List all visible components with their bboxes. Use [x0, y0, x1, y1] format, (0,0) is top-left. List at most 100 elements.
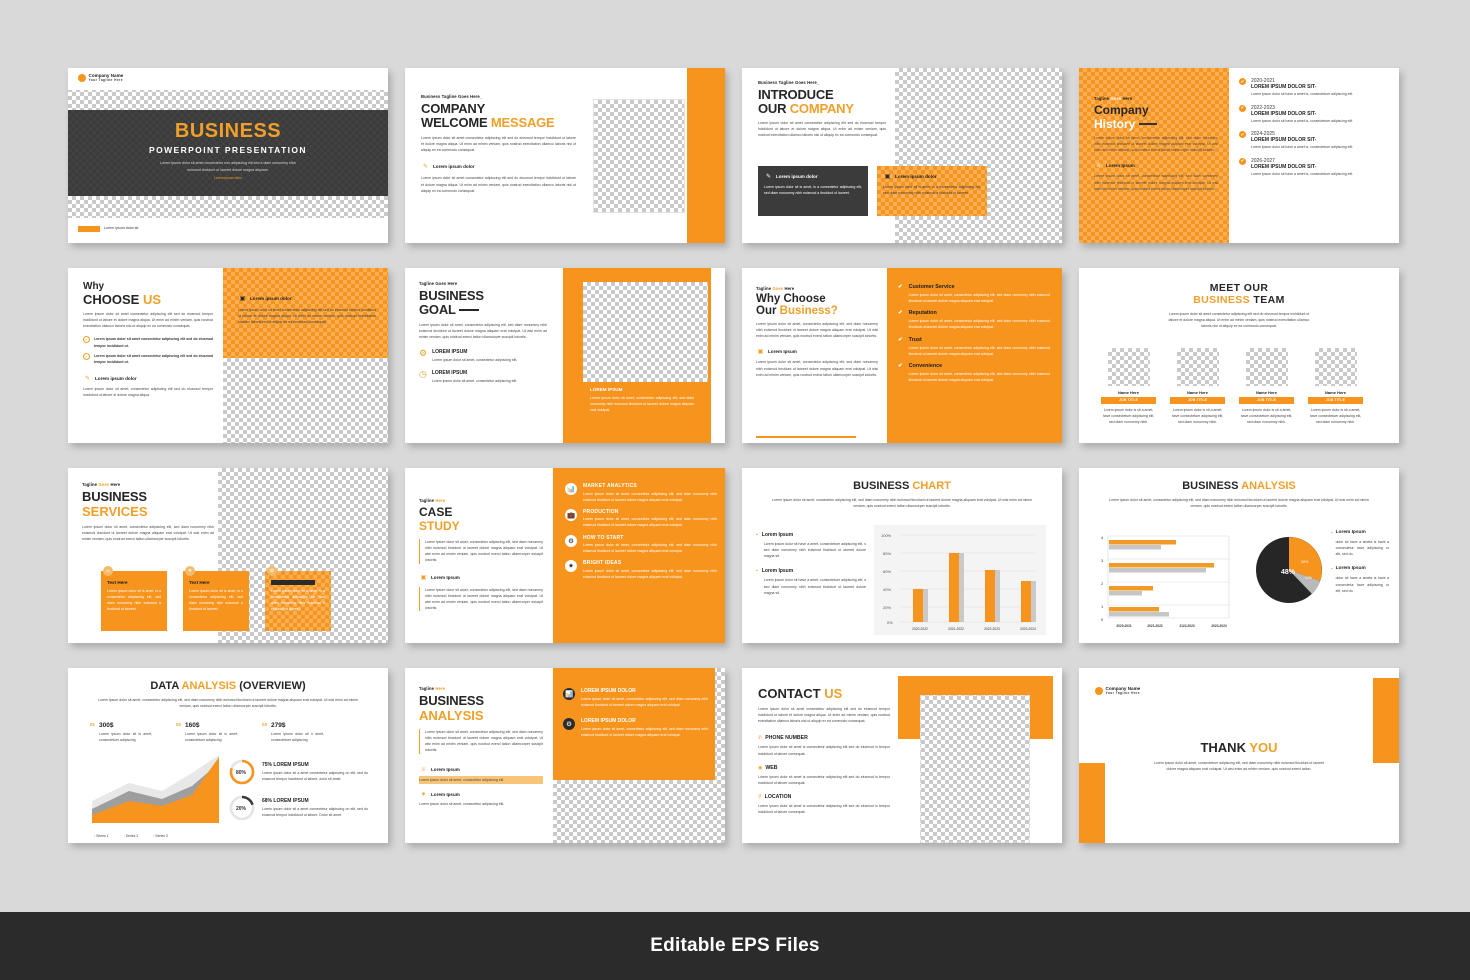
panel-item[interactable]: 📊 LOREM IPSUM DOLOR Lorem ipsum dolor si…: [563, 688, 708, 708]
timeline-item[interactable]: ✔ 2026-2027 LOREM IPSUM DOLOR SIT- Lorem…: [1239, 157, 1389, 177]
team-member[interactable]: Name Here JOB TITLE Lorem ipsum dolor is…: [1170, 348, 1225, 425]
bulb-icon: ✷: [565, 560, 577, 573]
slide-company-history[interactable]: Tagline Goes Here Company History Lorem …: [1079, 68, 1399, 243]
presentation-icon: ▣: [420, 574, 427, 581]
slide-business-analysis-2[interactable]: Tagline Here BUSINESS ANALYSIS Lorem ips…: [405, 668, 725, 843]
slide-title-main: BUSINESS: [174, 120, 282, 142]
slide-data-analysis-overview[interactable]: DATA ANALYSIS (OVERVIEW) Lorem ipsum dol…: [68, 668, 388, 843]
slide-introduce-company[interactable]: Business Tagline Goes Here_ INTRODUCE OU…: [742, 68, 1062, 243]
service-card[interactable]: ☺ Text Here Lorem ipsum dolor sit is ame…: [101, 566, 167, 631]
case-item[interactable]: ✷ BRIGHT IDEAS Lorem ipsum dolor sit ame…: [565, 560, 717, 580]
avatar: [1245, 348, 1288, 386]
chart-bullets: ▪ Lorem Ipsum Lorem ipsum dolor sit have…: [756, 532, 866, 596]
case-item[interactable]: 📊 MARKET ANALYTICS Lorem ipsum dolor sit…: [565, 483, 717, 503]
team-member[interactable]: Name Here JOB TITLE Lorem ipsum dolor is…: [1308, 348, 1363, 425]
service-card[interactable]: ✷ Text Here Lorem ipsum dolor sit is ame…: [183, 566, 249, 631]
bullet-text: Lorem ipsum dolor sit amet consectetur a…: [94, 337, 213, 348]
timeline-title: LOREM IPSUM DOLOR SIT-: [1251, 137, 1317, 144]
title-line1: Company: [1094, 103, 1149, 117]
stat-item[interactable]: 02 160$ Lorem ipsum dolor sit is amet, c…: [176, 722, 238, 743]
service-cards: ☺ Text Here Lorem ipsum dolor sit is ame…: [101, 566, 331, 631]
stat-item[interactable]: 01 300$ Lorem ipsum dolor sit is amet, c…: [90, 722, 152, 743]
left-item-title: Lorem Ipsum: [431, 791, 460, 797]
image-placeholder: [593, 99, 685, 213]
bulb-icon: ✷: [185, 566, 195, 576]
team-member[interactable]: Name Here JOB TITLE Lorem ipsum dolor is…: [1101, 348, 1156, 425]
timeline-item[interactable]: ✔ 2020-2021 LOREM IPSUM DOLOR SIT- Lorem…: [1239, 78, 1389, 97]
body-text: Lorem ipsum dolor sit amet, consectetur …: [419, 323, 547, 340]
hbar-svg: 43 210 2020-2021 2021-2022 2122-2023 202…: [1101, 535, 1230, 628]
checklist-item[interactable]: ✔ Trust Lorem ipsum dolor sit amet, cons…: [898, 337, 1050, 357]
check-icon: ✔: [898, 284, 903, 290]
case-item[interactable]: 💼 PRODUCTION Lorem ipsum dolor sit amet,…: [565, 508, 717, 529]
bullet-item[interactable]: ▪ Lorem Ipsum Lorem ipsum dolor sit have…: [756, 532, 866, 559]
feature-item[interactable]: ⚙ LOREM IPSUM Lorem ipsum dolor sit amet…: [419, 349, 547, 363]
donut-row[interactable]: 80% 75% LOREM IPSUM Lorem ipsum dolor si…: [228, 758, 368, 786]
card-dark[interactable]: ✎ Lorem ipsum dolor Lorem ipsum dolor si…: [758, 166, 868, 216]
timeline-item[interactable]: ✔ 2024-2025 LOREM IPSUM DOLOR SIT- Lorem…: [1239, 131, 1389, 150]
checklist-item[interactable]: ✔ Customer Service Lorem ipsum dolor sit…: [898, 284, 1050, 304]
slide-case-study[interactable]: Tagline Here CASE STUDY Lorem ipsum dolo…: [405, 468, 725, 643]
card-body: Lorem ipsum dolor sit is amet, is a cons…: [107, 589, 161, 612]
slide-contact-us[interactable]: CONTACT US Lorem ipsum dolor sit amet co…: [742, 668, 1062, 843]
case-item[interactable]: ⚙ HOW TO START Lorem ipsum dolor sit ame…: [565, 534, 717, 555]
slide-business-analysis-charts[interactable]: BUSINESS ANALYSIS Lorem ipsum dolor sit …: [1079, 468, 1399, 643]
checklist-item[interactable]: ✔ Reputation Lorem ipsum dolor sit amet,…: [898, 310, 1050, 330]
slide-why-choose-us[interactable]: Why CHOOSE US Lorem ipsum dolor sit amet…: [68, 268, 388, 443]
card-body: Lorem ipsum dolor sit is amet, is a cons…: [883, 185, 981, 196]
pin-icon: ⚲: [758, 793, 762, 800]
logo-dot-icon: [1095, 686, 1103, 695]
area-chart[interactable]: ▪ Series 1 ▪ Series 2 ▪ Series 3: [84, 751, 224, 838]
contact-title: PHONE NUMBER: [765, 735, 808, 742]
svg-text:4: 4: [1101, 535, 1104, 540]
slide-business-chart[interactable]: BUSINESS CHART Lorem ipsum dolor sit ame…: [742, 468, 1062, 643]
bullet-item[interactable]: ▪ Lorem Ipsum Lorem ipsum dolor sit have…: [756, 568, 866, 595]
check-circle-icon: ✓: [83, 336, 90, 344]
body-text: Lorem ipsum dolor sit amet, consectetur …: [425, 540, 543, 563]
slide-company-welcome[interactable]: Business Tagline Goes Here_ COMPANY WELC…: [405, 68, 725, 243]
timeline-desc: Lorem ipsum dolor sit have a amet is, co…: [1251, 145, 1354, 150]
bar-chart-svg: 100%80% 60%40% 20%0% 2020-2022 2021-2022…: [881, 533, 1036, 631]
title-line1: COMPANY: [421, 101, 486, 116]
feature-desc: Lorem ipsum dolor sit amet, consectetur …: [431, 378, 518, 383]
title: CONTACT US: [758, 686, 843, 701]
contact-item[interactable]: ◉ WEB: [758, 765, 890, 771]
timeline-item[interactable]: ✔ 2022-2023 LOREM IPSUM DOLOR SIT- Lorem…: [1239, 104, 1389, 124]
stat-item[interactable]: 03 279$ Lorem ipsum dolor sit ir amet, c…: [262, 722, 324, 743]
chart-icon: 📊: [563, 688, 575, 700]
team-member[interactable]: Name Here JOB TITLE Lorem ipsum dolor is…: [1239, 348, 1294, 425]
horizontal-bar-chart[interactable]: 43 210 2020-2021 2021-2022 2122-2023 202…: [1097, 528, 1242, 638]
tagline: Tagline Goes Here: [1094, 96, 1133, 101]
check-icon: ✔: [898, 310, 903, 317]
slide-meet-team[interactable]: MEET OUR BUSINESS TEAM Lorem ipsum dolor…: [1079, 268, 1399, 443]
timeline-desc: Lorem ipsum dolor sit have a amet is, co…: [1251, 92, 1354, 96]
legend-item[interactable]: ▪ Lorem Ipsum dolor sit have a ameta is …: [1331, 566, 1389, 593]
bar-chart[interactable]: 100% 80% 60% 40% 20% 0% 2020-2022 2021-2…: [874, 525, 1046, 635]
slide-business-services[interactable]: Tagline Goes Here BUSINESS SERVICES Lore…: [68, 468, 388, 643]
pie-chart[interactable]: 48% 30% 12%: [1249, 530, 1329, 615]
slide-thank-you[interactable]: Company Name Your Tagline Here THANK YOU…: [1079, 668, 1399, 843]
bullet-item[interactable]: ✓ Lorem ipsum dolor sit amet consectetur…: [83, 336, 213, 348]
slide-business-goal[interactable]: LOREM IPSUM Lorem ipsum dolor sit amet, …: [405, 268, 725, 443]
svg-text:12%: 12%: [1305, 576, 1312, 580]
legend-item[interactable]: ▪ Lorem Ipsum dolor sit have a ameta is …: [1331, 530, 1389, 557]
overlay-card[interactable]: LOREM IPSUM Lorem ipsum dolor sit amet, …: [583, 382, 701, 427]
contact-item[interactable]: ✆ PHONE NUMBER: [758, 735, 890, 741]
service-card[interactable]: ⚙ Lorem ipsum dolor sit is amet, is a co…: [265, 566, 331, 631]
panel-item[interactable]: ⚙ LOREM IPSUM DOLOR Lorem ipsum dolor si…: [563, 718, 708, 738]
svg-text:30%: 30%: [1301, 560, 1309, 564]
bullet-item[interactable]: ✓ Lorem ipsum dolor sit amet consectetur…: [83, 352, 213, 365]
footer-accent-bar: [78, 226, 100, 232]
contact-title: WEB: [765, 764, 778, 771]
trophy-icon: ♕: [420, 766, 427, 773]
contact-item[interactable]: ⚲ LOCATION: [758, 794, 890, 800]
slide-title[interactable]: Company Name Your Tagline Here BUSINESS …: [68, 68, 388, 243]
donut-row[interactable]: 20% 68% LOREM IPSUM Lorem ipsum dolor si…: [228, 794, 368, 822]
checklist-item[interactable]: ✔ Convenience Lorem ipsum dolor sit amet…: [898, 363, 1050, 383]
item-desc: Lorem ipsum dolor sit amet, consectetur …: [581, 727, 708, 738]
card-orange[interactable]: ▣ Lorem ipsum dolor Lorem ipsum dolor si…: [877, 166, 987, 216]
feature-item[interactable]: ◷ LOREM IPSUM Lorem ipsum dolor sit amet…: [419, 369, 547, 384]
contact-desc: Lorem ipsum dolor sit amet is consectetu…: [758, 745, 890, 756]
stat-number: 03: [262, 722, 268, 727]
slide-why-choose-business[interactable]: Tagline Goes Here Why Choose Our Busines…: [742, 268, 1062, 443]
